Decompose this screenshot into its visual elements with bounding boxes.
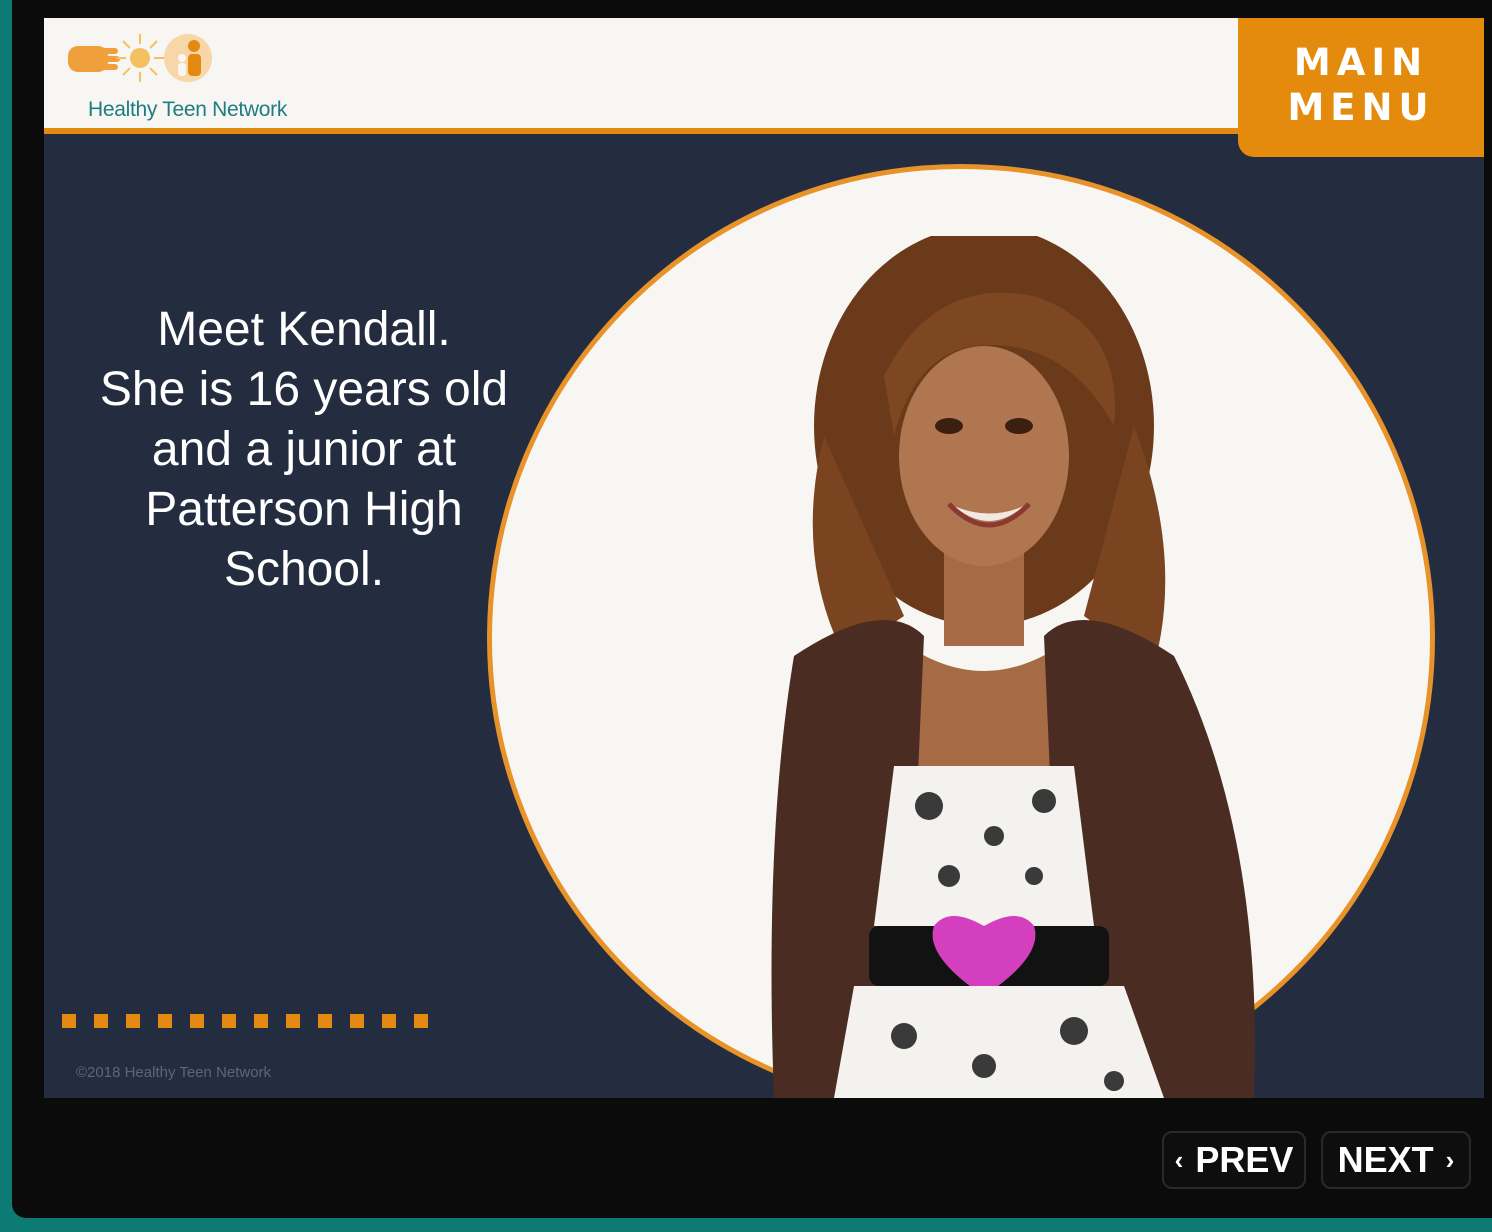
- slide: Healthy Teen Network MAIN MENU Meet Kend…: [44, 18, 1484, 1098]
- logo-text: Healthy Teen Network: [88, 98, 288, 121]
- next-button[interactable]: NEXT ›: [1321, 1131, 1471, 1189]
- logo-mark-icon: [68, 34, 212, 82]
- main-menu-label-line2: MENU: [1287, 86, 1435, 129]
- intro-line: Meet Kendall.: [157, 303, 451, 356]
- progress-dot: [382, 1014, 396, 1028]
- healthy-teen-network-logo: Healthy Teen Network: [64, 28, 324, 122]
- progress-indicator: [62, 1014, 428, 1028]
- player-frame: Healthy Teen Network MAIN MENU Meet Kend…: [12, 0, 1492, 1218]
- main-menu-button[interactable]: MAIN MENU: [1238, 18, 1484, 157]
- progress-dot: [350, 1014, 364, 1028]
- progress-dot: [126, 1014, 140, 1028]
- progress-dot: [94, 1014, 108, 1028]
- intro-line: She is 16 years old: [99, 363, 509, 416]
- prev-label: PREV: [1195, 1139, 1294, 1180]
- progress-dot: [222, 1014, 236, 1028]
- intro-line: Patterson High: [145, 483, 463, 536]
- main-menu-label-line1: MAIN: [1293, 41, 1429, 84]
- progress-dot: [318, 1014, 332, 1028]
- copyright-text: ©2018 Healthy Teen Network: [76, 1064, 272, 1081]
- progress-dot: [414, 1014, 428, 1028]
- kendall-portrait-image: [771, 236, 1255, 1098]
- next-label: NEXT: [1337, 1139, 1434, 1180]
- prev-button[interactable]: ‹ PREV: [1162, 1131, 1306, 1189]
- progress-dot: [286, 1014, 300, 1028]
- intro-line: School.: [223, 543, 385, 596]
- chevron-right-icon: ›: [1445, 1144, 1455, 1175]
- intro-text: Meet Kendall. She is 16 years old and a …: [86, 300, 522, 600]
- progress-dot: [158, 1014, 172, 1028]
- progress-dot: [62, 1014, 76, 1028]
- intro-line: and a junior at: [151, 423, 457, 476]
- progress-dot: [254, 1014, 268, 1028]
- progress-dot: [190, 1014, 204, 1028]
- chevron-left-icon: ‹: [1174, 1144, 1184, 1175]
